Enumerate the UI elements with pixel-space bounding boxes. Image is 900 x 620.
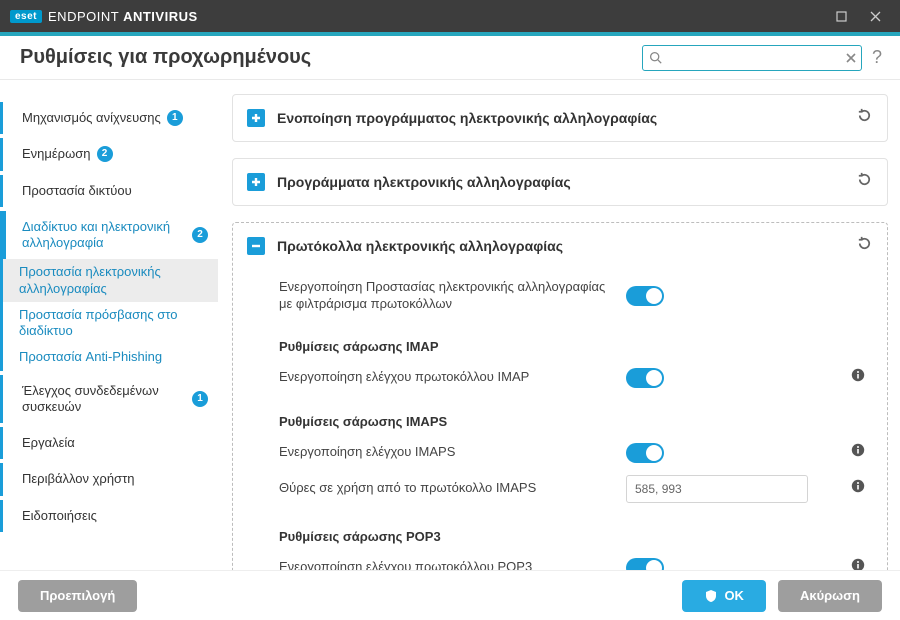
brand-badge: eset [10, 10, 42, 23]
section-email-integration: Ενοποίηση προγράμματος ηλεκτρονικής αλλη… [232, 94, 888, 142]
default-button[interactable]: Προεπιλογή [18, 580, 137, 612]
section-title: Προγράμματα ηλεκτρονικής αλληλογραφίας [277, 174, 844, 190]
info-icon[interactable] [851, 368, 865, 387]
sidebar-item-detection-engine[interactable]: Μηχανισμός ανίχνευσης 1 [3, 102, 218, 134]
collapse-icon [247, 237, 265, 255]
reset-icon[interactable] [856, 107, 873, 129]
row-enable-imaps: Ενεργοποίηση ελέγχου IMAPS [279, 437, 873, 469]
sidebar-badge: 2 [97, 146, 113, 162]
row-enable-pop3: Ενεργοποίηση ελέγχου πρωτοκόλλου POP3 [279, 552, 873, 570]
sidebar-item-tools[interactable]: Εργαλεία [3, 427, 218, 459]
setting-label: Ενεργοποίηση ελέγχου IMAPS [279, 444, 614, 461]
toggle-enable-imap[interactable] [626, 368, 664, 388]
app-name: ENDPOINT ANTIVIRUS [48, 9, 198, 24]
sidebar-item-label: Ενημέρωση [22, 146, 91, 162]
sidebar-item-label: Προστασία δικτύου [22, 183, 132, 199]
reset-icon[interactable] [856, 171, 873, 193]
app-name-bold: ANTIVIRUS [123, 9, 198, 24]
section-header[interactable]: Πρωτόκολλα ηλεκτρονικής αλληλογραφίας [233, 223, 887, 269]
section-header[interactable]: Προγράμματα ηλεκτρονικής αλληλογραφίας [233, 159, 887, 205]
search-input[interactable] [662, 51, 845, 65]
toggle-enable-email-protocol-filter[interactable] [626, 286, 664, 306]
setting-label: Ενεργοποίηση ελέγχου πρωτοκόλλου IMAP [279, 369, 614, 386]
sidebar-badge: 1 [192, 391, 208, 407]
row-imaps-ports: Θύρες σε χρήση από το πρωτόκολλο IMAPS [279, 469, 873, 509]
sidebar-item-label: Μηχανισμός ανίχνευσης [22, 110, 161, 126]
setting-label: Ενεργοποίηση ελέγχου πρωτοκόλλου POP3 [279, 559, 614, 570]
sidebar-item-device-control[interactable]: Έλεγχος συνδεδεμένων συσκευών 1 [3, 375, 218, 424]
titlebar: eset ENDPOINT ANTIVIRUS [0, 0, 900, 32]
section-email-protocols: Πρωτόκολλα ηλεκτρονικής αλληλογραφίας Εν… [232, 222, 888, 570]
search-icon [649, 51, 662, 64]
setting-label: Θύρες σε χρήση από το πρωτόκολλο IMAPS [279, 480, 614, 497]
sidebar-sub-antiphishing[interactable]: Προστασία Anti-Phishing [3, 344, 218, 370]
ok-button[interactable]: OK [682, 580, 766, 612]
sidebar-item-label: Διαδίκτυο και ηλεκτρονική αλληλογραφία [22, 219, 186, 252]
search-box[interactable] [642, 45, 862, 71]
toggle-enable-pop3[interactable] [626, 558, 664, 570]
window-maximize-icon[interactable] [824, 0, 858, 32]
sidebar-item-web-email[interactable]: Διαδίκτυο και ηλεκτρονική αλληλογραφία 2 [3, 211, 218, 260]
row-enable-imap: Ενεργοποίηση ελέγχου πρωτοκόλλου IMAP [279, 362, 873, 394]
reset-icon[interactable] [856, 235, 873, 257]
info-icon[interactable] [851, 558, 865, 570]
section-header[interactable]: Ενοποίηση προγράμματος ηλεκτρονικής αλλη… [233, 95, 887, 141]
sidebar-badge: 1 [167, 110, 183, 126]
expand-icon [247, 173, 265, 191]
expand-icon [247, 109, 265, 127]
sidebar-item-label: Έλεγχος συνδεδεμένων συσκευών [22, 383, 186, 416]
setting-label: Ενεργοποίηση Προστασίας ηλεκτρονικής αλλ… [279, 279, 614, 313]
cancel-button[interactable]: Ακύρωση [778, 580, 882, 612]
section-title: Πρωτόκολλα ηλεκτρονικής αλληλογραφίας [277, 238, 844, 254]
info-icon[interactable] [851, 479, 865, 498]
subsection-imap: Ρυθμίσεις σάρωσης IMAP [279, 319, 873, 362]
sidebar-item-label: Ειδοποιήσεις [22, 508, 97, 524]
sidebar-sub-email-protection[interactable]: Προστασία ηλεκτρονικής αλληλογραφίας [3, 259, 218, 302]
toggle-enable-imaps[interactable] [626, 443, 664, 463]
sidebar: Μηχανισμός ανίχνευσης 1 Ενημέρωση 2 Προσ… [0, 80, 218, 570]
sidebar-item-network-protection[interactable]: Προστασία δικτύου [3, 175, 218, 207]
button-label: Προεπιλογή [40, 588, 115, 603]
header-row: Ρυθμίσεις για προχωρημένους ? [0, 36, 900, 80]
info-icon[interactable] [851, 443, 865, 462]
sidebar-item-notifications[interactable]: Ειδοποιήσεις [3, 500, 218, 532]
sidebar-item-label: Περιβάλλον χρήστη [22, 471, 134, 487]
window-close-icon[interactable] [858, 0, 892, 32]
button-label: Ακύρωση [800, 588, 860, 603]
clear-search-icon[interactable] [845, 52, 857, 64]
app-name-thin: ENDPOINT [48, 9, 123, 24]
help-button[interactable]: ? [872, 47, 882, 68]
content-pane: Ενοποίηση προγράμματος ηλεκτρονικής αλλη… [218, 80, 900, 570]
section-body: Ενεργοποίηση Προστασίας ηλεκτρονικής αλλ… [233, 269, 887, 570]
section-email-clients: Προγράμματα ηλεκτρονικής αλληλογραφίας [232, 158, 888, 206]
sidebar-item-ui[interactable]: Περιβάλλον χρήστη [3, 463, 218, 495]
sidebar-item-label: Εργαλεία [22, 435, 75, 451]
subsection-imaps: Ρυθμίσεις σάρωσης IMAPS [279, 394, 873, 437]
row-enable-email-protocol-filter: Ενεργοποίηση Προστασίας ηλεκτρονικής αλλ… [279, 273, 873, 319]
subsection-pop3: Ρυθμίσεις σάρωσης POP3 [279, 509, 873, 552]
sidebar-badge: 2 [192, 227, 208, 243]
page-title: Ρυθμίσεις για προχωρημένους [20, 46, 311, 69]
imaps-ports-input[interactable] [626, 475, 808, 503]
sidebar-sub-web-access[interactable]: Προστασία πρόσβασης στο διαδίκτυο [3, 302, 218, 345]
sidebar-item-update[interactable]: Ενημέρωση 2 [3, 138, 218, 170]
shield-icon [704, 589, 718, 603]
section-title: Ενοποίηση προγράμματος ηλεκτρονικής αλλη… [277, 110, 844, 126]
button-label: OK [724, 588, 744, 603]
footer: Προεπιλογή OK Ακύρωση [0, 570, 900, 620]
